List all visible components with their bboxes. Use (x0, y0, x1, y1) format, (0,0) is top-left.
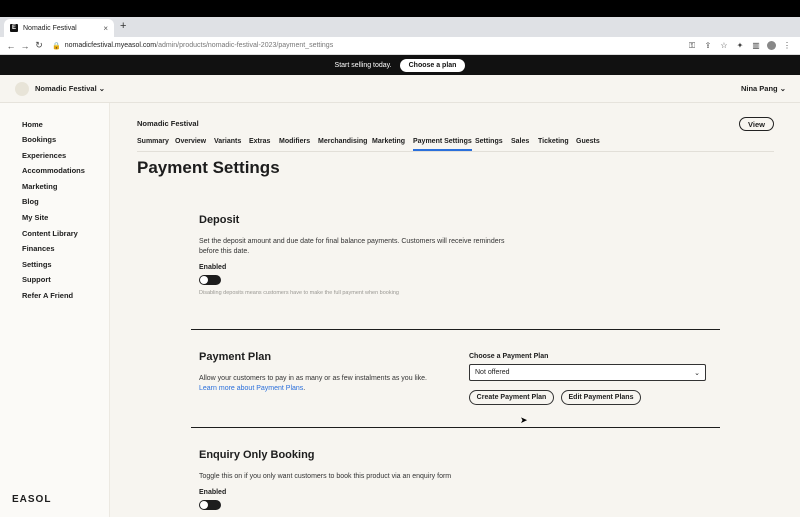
new-tab-button[interactable]: + (120, 20, 126, 32)
address-bar-row: ← → ↻ 🔒 nomadicfestival.myeasol.com/admi… (0, 37, 800, 55)
deposit-description-line-2: before this date. (199, 248, 250, 255)
mouse-cursor-icon: ➤ (520, 415, 528, 425)
sidebar-toggle-icon[interactable]: ▥ (751, 41, 761, 50)
easol-logo: EASOL (12, 494, 52, 505)
sidebar-item-blog[interactable]: Blog (22, 197, 39, 206)
choose-payment-plan-label: Choose a Payment Plan (469, 353, 549, 360)
payment-plan-select[interactable]: Not offered ⌄ (469, 364, 706, 381)
product-tabs: Summary Overview Variants Extras Modifie… (137, 138, 774, 152)
user-menu[interactable]: Nina Pang ⌄ (741, 84, 786, 93)
learn-more-link[interactable]: Learn (199, 385, 217, 392)
sidebar-item-content-library[interactable]: Content Library (22, 229, 78, 238)
browser-tab-bar: E Nomadic Festival × + (0, 17, 800, 37)
close-tab-icon[interactable]: × (103, 24, 108, 33)
back-icon[interactable]: ← (4, 41, 18, 51)
payment-plan-period: . (303, 385, 306, 392)
payment-plan-description: Allow your customers to pay in as many o… (199, 374, 444, 394)
create-payment-plan-button[interactable]: Create Payment Plan (469, 390, 554, 405)
tab-modifiers[interactable]: Modifiers (279, 138, 310, 145)
url-host: nomadicfestival.myeasol.com (64, 42, 157, 49)
enquiry-enabled-toggle[interactable] (199, 500, 221, 510)
payment-plan-heading: Payment Plan (199, 351, 272, 363)
tab-merchandising[interactable]: Merchandising (318, 138, 367, 145)
sidebar: Home Bookings Experiences Accommodations… (0, 103, 110, 517)
sidebar-item-my-site[interactable]: My Site (22, 213, 48, 222)
profile-avatar-icon[interactable] (767, 41, 776, 50)
tab-overview[interactable]: Overview (175, 138, 206, 145)
key-icon[interactable]: ⚿ (687, 41, 697, 51)
tab-sales[interactable]: Sales (511, 138, 529, 145)
enquiry-description: Toggle this on if you only want customer… (199, 473, 452, 480)
window-top-bar (0, 0, 800, 17)
tab-settings[interactable]: Settings (475, 138, 503, 145)
deposit-enabled-toggle[interactable] (199, 275, 221, 285)
site-switcher[interactable]: Nomadic Festival ⌄ (35, 84, 105, 93)
browser-menu-icon[interactable]: ⋮ (782, 41, 792, 50)
chevron-down-icon: ⌄ (694, 369, 700, 377)
enquiry-enabled-label: Enabled (199, 489, 227, 496)
tab-ticketing[interactable]: Ticketing (538, 138, 569, 145)
sidebar-item-bookings[interactable]: Bookings (22, 135, 56, 144)
lock-icon: 🔒 (52, 42, 61, 50)
page-title: Payment Settings (137, 158, 280, 177)
deposit-enabled-label: Enabled (199, 264, 227, 271)
promo-banner: Start selling today. Choose a plan (0, 55, 800, 75)
tab-extras[interactable]: Extras (249, 138, 270, 145)
sidebar-item-marketing[interactable]: Marketing (22, 182, 57, 191)
sidebar-item-refer-a-friend[interactable]: Refer A Friend (22, 291, 73, 300)
tab-payment-settings[interactable]: Payment Settings (413, 138, 472, 151)
sidebar-item-settings[interactable]: Settings (22, 260, 52, 269)
bookmark-star-icon[interactable]: ☆ (719, 41, 729, 50)
deposit-hint: Disabling deposits means customers have … (199, 290, 399, 296)
sidebar-item-home[interactable]: Home (22, 120, 43, 129)
forward-icon[interactable]: → (18, 41, 32, 51)
product-title: Nomadic Festival (137, 119, 199, 128)
view-button[interactable]: View (739, 117, 774, 131)
favicon-icon: E (10, 24, 18, 32)
sidebar-item-accommodations[interactable]: Accommodations (22, 166, 85, 175)
payment-plan-select-value: Not offered (475, 369, 510, 376)
edit-payment-plans-button[interactable]: Edit Payment Plans (561, 390, 641, 405)
deposit-heading: Deposit (199, 214, 240, 226)
browser-tab[interactable]: E Nomadic Festival × (4, 19, 114, 37)
deposit-description-line-1: Set the deposit amount and due date for … (199, 238, 505, 245)
tab-summary[interactable]: Summary (137, 138, 169, 145)
tab-guests[interactable]: Guests (576, 138, 600, 145)
learn-more-link-continued[interactable]: more about Payment Plans (219, 385, 303, 392)
sidebar-item-experiences[interactable]: Experiences (22, 151, 66, 160)
sidebar-item-support[interactable]: Support (22, 275, 51, 284)
share-icon[interactable]: ⇪ (703, 41, 713, 50)
extensions-icon[interactable]: ✦ (735, 41, 745, 50)
reload-icon[interactable]: ↻ (32, 40, 46, 51)
tab-title: Nomadic Festival (23, 24, 77, 32)
promo-text: Start selling today. (334, 61, 392, 69)
app-header: Nomadic Festival ⌄ Nina Pang ⌄ (0, 75, 800, 103)
enquiry-heading: Enquiry Only Booking (199, 449, 315, 461)
site-logo[interactable] (15, 81, 29, 96)
choose-plan-button[interactable]: Choose a plan (399, 58, 466, 72)
section-divider (191, 427, 720, 428)
tab-marketing[interactable]: Marketing (372, 138, 405, 145)
sidebar-item-finances[interactable]: Finances (22, 244, 55, 253)
url-path: /admin/products/nomadic-festival-2023/pa… (156, 42, 334, 49)
tab-variants[interactable]: Variants (214, 138, 241, 145)
section-divider (191, 329, 720, 330)
payment-plan-description-text: Allow your customers to pay in as many o… (199, 375, 427, 382)
url-field[interactable]: 🔒 nomadicfestival.myeasol.com/admin/prod… (52, 42, 333, 50)
